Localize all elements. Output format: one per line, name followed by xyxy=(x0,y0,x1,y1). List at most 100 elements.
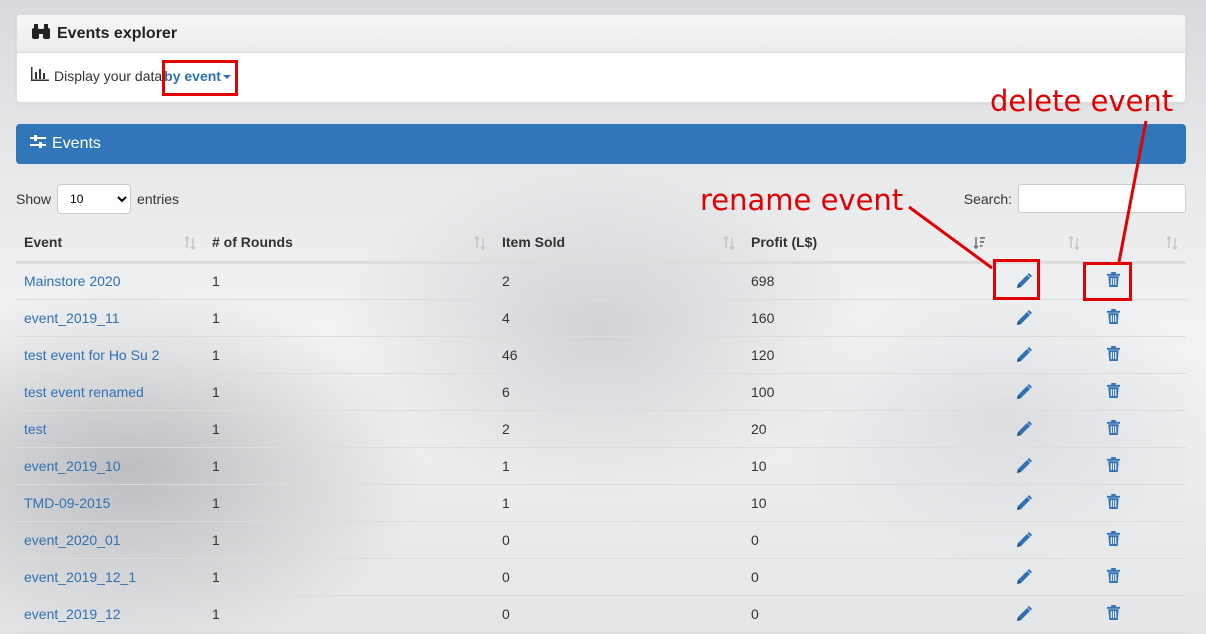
pencil-icon[interactable] xyxy=(1014,382,1034,402)
sort-icon xyxy=(723,236,735,250)
caret-down-icon xyxy=(222,74,231,79)
trash-icon[interactable] xyxy=(1106,493,1126,513)
search-label: Search: xyxy=(963,190,1012,207)
cell-delete xyxy=(1088,521,1186,559)
pencil-icon[interactable] xyxy=(1014,493,1034,513)
cell-delete xyxy=(1088,558,1186,596)
pencil-icon[interactable] xyxy=(1014,308,1034,328)
event-link[interactable]: event_2020_01 xyxy=(24,532,121,548)
table-row: Mainstore 2020 1 2 698 xyxy=(16,262,1186,300)
event-link[interactable]: test event for Ho Su 2 xyxy=(24,347,159,363)
mode-dropdown-value: by event xyxy=(164,67,221,84)
cell-profit: 20 xyxy=(743,410,993,448)
cell-rounds: 1 xyxy=(204,336,494,374)
cell-event: event_2019_11 xyxy=(16,299,204,337)
event-link[interactable]: Mainstore 2020 xyxy=(24,273,121,289)
cell-event: event_2019_12 xyxy=(16,595,204,633)
pencil-icon[interactable] xyxy=(1014,604,1034,624)
display-label: Display your data xyxy=(54,67,163,84)
cell-item-sold: 0 xyxy=(494,521,743,559)
column-event[interactable]: Event xyxy=(16,224,204,264)
column-rename[interactable] xyxy=(993,224,1088,264)
cell-profit: 0 xyxy=(743,595,993,633)
cell-rename xyxy=(993,262,1088,300)
annotation-delete: delete event xyxy=(990,84,1174,118)
trash-icon[interactable] xyxy=(1106,382,1126,402)
cell-rename xyxy=(993,558,1088,596)
event-link[interactable]: test xyxy=(24,421,47,437)
cell-rounds: 1 xyxy=(204,410,494,448)
pencil-icon[interactable] xyxy=(1014,567,1034,587)
column-item-sold[interactable]: Item Sold xyxy=(494,224,743,264)
cell-event: Mainstore 2020 xyxy=(16,262,204,300)
cell-item-sold: 0 xyxy=(494,558,743,596)
event-link[interactable]: event_2019_11 xyxy=(24,310,120,326)
cell-event: event_2020_01 xyxy=(16,521,204,559)
cell-item-sold: 6 xyxy=(494,373,743,411)
trash-icon[interactable] xyxy=(1106,308,1126,328)
cell-rename xyxy=(993,373,1088,411)
cell-rename xyxy=(993,336,1088,374)
cell-event: event_2019_12_1 xyxy=(16,558,204,596)
cell-item-sold: 0 xyxy=(494,595,743,633)
cell-profit: 10 xyxy=(743,484,993,522)
show-label: Show xyxy=(16,191,52,207)
trash-icon[interactable] xyxy=(1106,567,1126,587)
search-input[interactable] xyxy=(1018,184,1186,213)
sort-icon xyxy=(184,236,196,250)
cell-delete xyxy=(1088,262,1186,300)
trash-icon[interactable] xyxy=(1106,271,1126,291)
event-link[interactable]: test event renamed xyxy=(24,384,144,400)
pencil-icon[interactable] xyxy=(1014,530,1034,550)
column-delete[interactable] xyxy=(1088,224,1186,264)
cell-rounds: 1 xyxy=(204,447,494,485)
cell-event: test event for Ho Su 2 xyxy=(16,336,204,374)
trash-icon[interactable] xyxy=(1106,419,1126,439)
event-link[interactable]: event_2019_10 xyxy=(24,458,121,474)
mode-dropdown[interactable]: by event xyxy=(164,68,231,84)
trash-icon[interactable] xyxy=(1106,345,1126,365)
cell-rounds: 1 xyxy=(204,262,494,300)
cell-profit: 0 xyxy=(743,558,993,596)
cell-rounds: 1 xyxy=(204,484,494,522)
entries-label: entries xyxy=(137,191,180,207)
pencil-icon[interactable] xyxy=(1014,345,1034,365)
cell-rounds: 1 xyxy=(204,299,494,337)
events-panel-title: Events xyxy=(52,135,101,152)
pencil-icon[interactable] xyxy=(1014,419,1034,439)
cell-profit: 120 xyxy=(743,336,993,374)
sort-icon xyxy=(474,236,486,250)
entries-select[interactable]: 10 xyxy=(57,184,132,214)
event-link[interactable]: event_2019_12 xyxy=(24,606,121,622)
pencil-icon[interactable] xyxy=(1014,456,1034,476)
trash-icon[interactable] xyxy=(1106,530,1126,550)
cell-profit: 0 xyxy=(743,521,993,559)
cell-delete xyxy=(1088,336,1186,374)
cell-rename xyxy=(993,299,1088,337)
search-control: Search: xyxy=(964,184,1186,213)
cell-item-sold: 2 xyxy=(494,410,743,448)
cell-delete xyxy=(1088,299,1186,337)
cell-profit: 698 xyxy=(743,262,993,300)
cell-item-sold: 46 xyxy=(494,336,743,374)
cell-rename xyxy=(993,447,1088,485)
event-link[interactable]: event_2019_12_1 xyxy=(24,569,136,585)
table-row: test event for Ho Su 2 1 46 120 xyxy=(16,336,1186,374)
event-link[interactable]: TMD-09-2015 xyxy=(24,495,110,511)
cell-event: test event renamed xyxy=(16,373,204,411)
table-row: event_2020_01 1 0 0 xyxy=(16,521,1186,559)
table-row: test event renamed 1 6 100 xyxy=(16,373,1186,411)
table-row: test 1 2 20 xyxy=(16,410,1186,448)
trash-icon[interactable] xyxy=(1106,604,1126,624)
cell-rounds: 1 xyxy=(204,521,494,559)
sliders-icon xyxy=(30,134,46,155)
column-rounds[interactable]: # of Rounds xyxy=(204,224,494,264)
column-profit[interactable]: Profit (L$) xyxy=(743,224,993,264)
cell-rename xyxy=(993,595,1088,633)
cell-profit: 100 xyxy=(743,373,993,411)
cell-rounds: 1 xyxy=(204,373,494,411)
annotation-rename: rename event xyxy=(700,183,904,217)
trash-icon[interactable] xyxy=(1106,456,1126,476)
bar-chart-icon xyxy=(31,67,49,84)
pencil-icon[interactable] xyxy=(1014,271,1034,291)
